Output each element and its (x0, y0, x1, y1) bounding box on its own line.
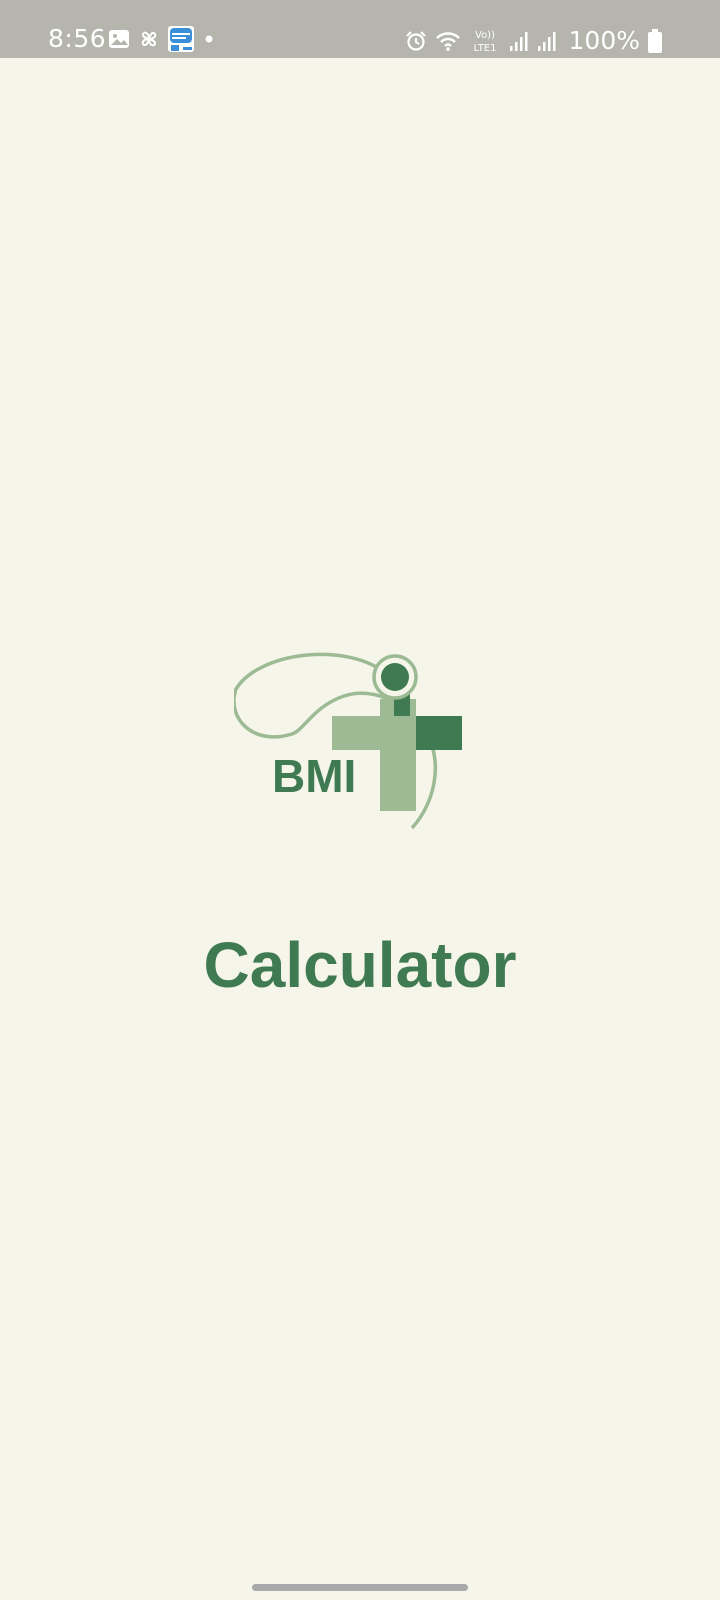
logo-text: BMI (272, 750, 356, 802)
status-right-icons: Vo)) LTE1 100% (405, 26, 662, 55)
logo-head-dot (381, 663, 409, 691)
home-indicator[interactable] (252, 1584, 468, 1591)
signal-icon (537, 30, 557, 52)
wifi-icon (435, 30, 461, 52)
app-notification-icon (168, 26, 194, 52)
bmi-logo: BMI (234, 652, 462, 830)
battery-icon (648, 28, 662, 53)
app-title: Calculator (203, 929, 517, 1001)
splash-screen: BMI Calculator (0, 58, 720, 1600)
battery-percent: 100% (568, 26, 640, 55)
status-time: 8:56 (48, 24, 107, 53)
lte-label: LTE1 (473, 43, 496, 54)
signal-icon (509, 30, 529, 52)
dot-icon (202, 34, 216, 44)
volte-label: Vo)) (475, 30, 495, 41)
logo-cross-horizontal (332, 716, 416, 750)
volte-icon: Vo)) LTE1 (469, 28, 501, 54)
status-left-icons (108, 26, 216, 52)
logo-cross-accent (416, 716, 462, 750)
status-bar: 8:56 Vo)) LTE1 100% (0, 0, 720, 58)
gallery-icon (108, 29, 130, 49)
pinwheel-icon (138, 28, 160, 50)
alarm-icon (405, 30, 427, 52)
